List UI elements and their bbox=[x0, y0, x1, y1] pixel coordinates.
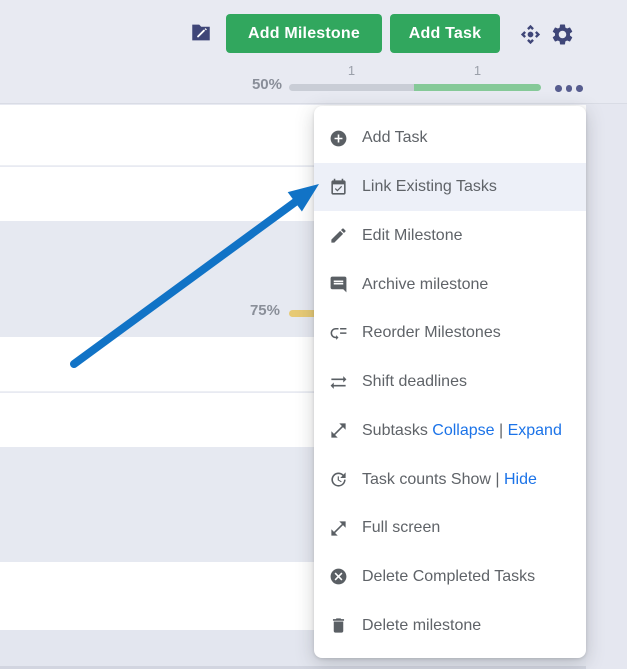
menu-item-text: Archive milestone bbox=[362, 276, 488, 293]
hide-link[interactable]: Hide bbox=[504, 471, 537, 488]
comment-icon bbox=[328, 275, 348, 295]
menu-item-text: Edit Milestone bbox=[362, 227, 463, 244]
edit-folder-button[interactable] bbox=[190, 22, 212, 43]
milestone-progress-bar bbox=[289, 84, 541, 91]
menu-item-text: Add Task bbox=[362, 129, 428, 146]
update-clock-icon bbox=[328, 470, 348, 490]
menu-item-text: Delete milestone bbox=[362, 617, 481, 634]
menu-item-label: Delete milestone bbox=[362, 617, 481, 635]
move-crosshair-icon bbox=[519, 23, 542, 46]
add-milestone-button[interactable]: Add Milestone bbox=[226, 14, 382, 53]
trash-icon bbox=[328, 616, 348, 636]
menu-item-label: Link Existing Tasks bbox=[362, 178, 497, 196]
done-task-count: 1 bbox=[414, 63, 541, 78]
menu-item-label: Archive milestone bbox=[362, 276, 488, 294]
milestone-board: Add Milestone Add Task 50% 1 1 75% Add T… bbox=[0, 0, 627, 669]
menu-item-text: Shift deadlines bbox=[362, 373, 467, 390]
menu-item-text: Reorder Milestones bbox=[362, 324, 501, 341]
add-task-label: Add Task bbox=[409, 25, 481, 43]
menu-item-delete-completed-tasks[interactable]: Delete Completed Tasks bbox=[314, 553, 586, 602]
open-in-full-icon bbox=[328, 518, 348, 538]
menu-item-label: Full screen bbox=[362, 519, 440, 537]
settings-button[interactable] bbox=[550, 22, 575, 47]
gear-icon bbox=[550, 22, 575, 47]
expand-link[interactable]: Expand bbox=[508, 422, 562, 439]
menu-item-reorder-milestones[interactable]: Reorder Milestones bbox=[314, 309, 586, 358]
low-priority-icon bbox=[328, 323, 348, 343]
context-menu: Add Task Link Existing Tasks Edit Mileston… bbox=[314, 106, 586, 658]
add-milestone-label: Add Milestone bbox=[248, 25, 360, 43]
menu-item-label: Add Task bbox=[362, 129, 428, 147]
collapse-link[interactable]: Collapse bbox=[432, 422, 494, 439]
menu-item-text: Full screen bbox=[362, 519, 440, 536]
progress-segment-done bbox=[414, 84, 541, 91]
menu-item-text: | bbox=[495, 422, 508, 439]
menu-item-shift-deadlines[interactable]: Shift deadlines bbox=[314, 358, 586, 407]
menu-item-text: Delete Completed Tasks bbox=[362, 568, 535, 585]
menu-item-label: Reorder Milestones bbox=[362, 324, 501, 342]
progress-segment-open bbox=[289, 84, 414, 91]
menu-item-label: Edit Milestone bbox=[362, 227, 463, 245]
milestone-percent-label: 50% bbox=[238, 76, 282, 93]
open-task-count: 1 bbox=[289, 63, 414, 78]
task-percent-label: 75% bbox=[236, 302, 280, 319]
ellipsis-dot bbox=[576, 85, 583, 92]
menu-item-subtasks-collapse-expand[interactable]: Subtasks Collapse | Expand bbox=[314, 406, 586, 455]
milestone-menu-button[interactable] bbox=[555, 85, 583, 92]
menu-item-label: Delete Completed Tasks bbox=[362, 568, 535, 586]
ellipsis-dot bbox=[555, 85, 562, 92]
open-in-full-icon bbox=[328, 421, 348, 441]
menu-item-edit-milestone[interactable]: Edit Milestone bbox=[314, 211, 586, 260]
menu-item-text: Task counts Show | bbox=[362, 471, 504, 488]
ellipsis-dot bbox=[566, 85, 573, 92]
calendar-check-icon bbox=[328, 177, 348, 197]
menu-item-task-counts-show-hide[interactable]: Task counts Show | Hide bbox=[314, 455, 586, 504]
folder-pencil-icon bbox=[190, 22, 212, 43]
menu-item-label: Shift deadlines bbox=[362, 373, 467, 391]
menu-item-text: Subtasks bbox=[362, 422, 432, 439]
add-circle-icon bbox=[328, 128, 348, 148]
menu-item-archive-milestone[interactable]: Archive milestone bbox=[314, 260, 586, 309]
cancel-circle-icon bbox=[328, 567, 348, 587]
menu-item-label: Task counts Show | Hide bbox=[362, 471, 537, 489]
sync-alt-icon bbox=[328, 372, 348, 392]
menu-item-add-task[interactable]: Add Task bbox=[314, 114, 586, 163]
menu-item-delete-milestone[interactable]: Delete milestone bbox=[314, 601, 586, 650]
menu-item-link-existing-tasks[interactable]: Link Existing Tasks bbox=[314, 163, 586, 212]
right-panel-background bbox=[586, 104, 627, 669]
menu-item-full-screen[interactable]: Full screen bbox=[314, 504, 586, 553]
menu-item-text: Link Existing Tasks bbox=[362, 178, 497, 195]
menu-item-label: Subtasks Collapse | Expand bbox=[362, 422, 562, 440]
move-board-button[interactable] bbox=[519, 23, 542, 46]
add-task-button[interactable]: Add Task bbox=[390, 14, 500, 53]
pencil-icon bbox=[328, 226, 348, 246]
